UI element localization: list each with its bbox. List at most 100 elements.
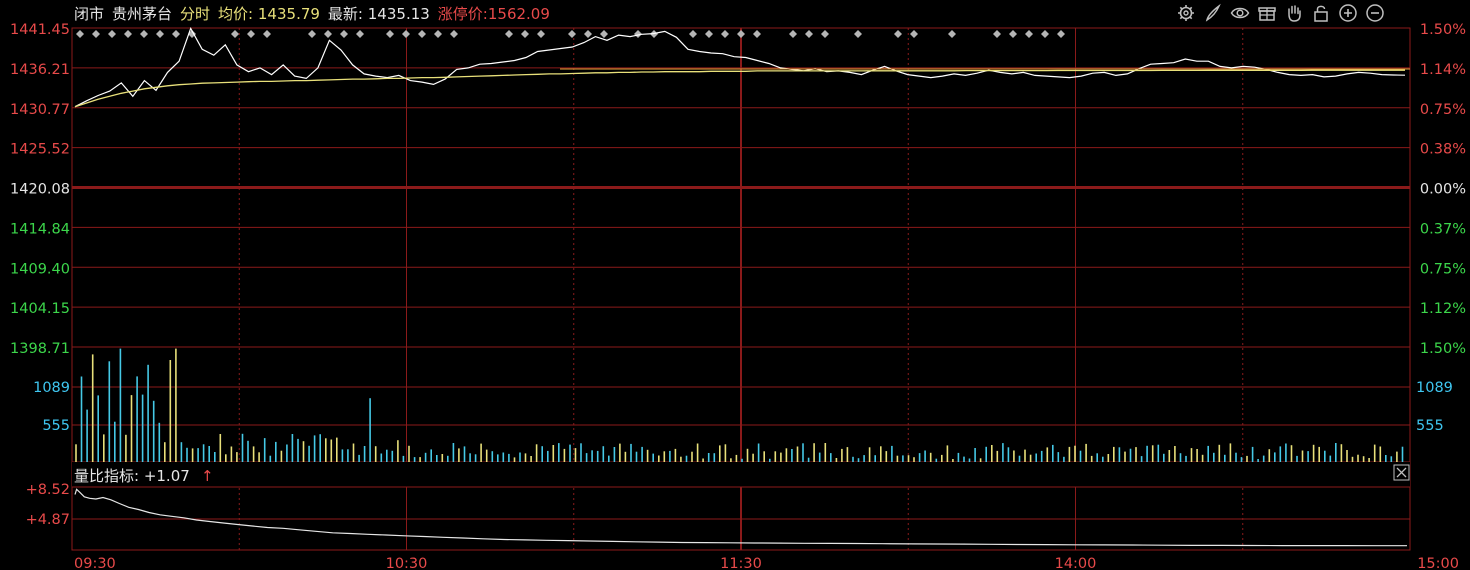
event-marker <box>308 30 316 38</box>
event-marker <box>894 30 902 38</box>
price-tick-label: 1398.71 <box>10 341 70 357</box>
event-marker <box>910 30 918 38</box>
event-marker <box>418 30 426 38</box>
price-tick-label: 1409.40 <box>10 261 70 277</box>
percent-tick-label: 0.38% <box>1420 142 1466 158</box>
avg-price: 均价: 1435.79 <box>218 3 320 24</box>
percent-tick-label: 0.75% <box>1420 102 1466 118</box>
event-marker <box>705 30 713 38</box>
ratio-header-bg <box>72 462 1410 487</box>
avg-price-label: 均价: <box>218 4 254 23</box>
event-marker <box>386 30 394 38</box>
event-marker <box>721 30 729 38</box>
event-marker <box>156 30 164 38</box>
price-axis-left: 1441.45 1436.21 1430.77 1425.52 1420.08 1414.… <box>10 22 70 357</box>
event-marker <box>1057 30 1065 38</box>
ratio-tick: +4.87 <box>26 512 70 528</box>
volume-axis: 1089 1089 555 555 <box>33 380 1453 434</box>
time-tick-label: 15:00 <box>1417 556 1459 570</box>
event-marker <box>821 30 829 38</box>
time-tick-label: 10:30 <box>386 556 428 570</box>
volume-ratio-panel: 量比指标: +1.07 ↑ +8.52 +4.87 <box>26 462 1410 547</box>
event-marker <box>231 30 239 38</box>
event-marker <box>753 30 761 38</box>
event-markers <box>76 30 1065 38</box>
time-tick-label: 11:30 <box>720 556 762 570</box>
volume-tick-left: 555 <box>42 418 70 434</box>
event-marker <box>402 30 410 38</box>
last-price-label: 最新: <box>327 4 363 23</box>
percent-tick-label: 0.00% <box>1420 182 1466 198</box>
event-marker <box>340 30 348 38</box>
event-marker <box>689 30 697 38</box>
stock-name[interactable]: 贵州茅台 <box>112 3 172 24</box>
gear-icon[interactable] <box>1176 3 1196 23</box>
event-marker <box>140 30 148 38</box>
percent-tick-label: 0.75% <box>1420 261 1466 277</box>
event-marker <box>247 30 255 38</box>
price-tick-label: 1414.84 <box>10 221 70 237</box>
event-marker <box>805 30 813 38</box>
event-marker <box>76 30 84 38</box>
hand-icon[interactable] <box>1284 3 1304 23</box>
event-marker <box>993 30 1001 38</box>
chart-mode[interactable]: 分时 <box>180 3 210 24</box>
limit-price-label: 涨停价: <box>437 4 488 23</box>
event-marker <box>505 30 513 38</box>
gift-icon[interactable] <box>1257 3 1277 23</box>
event-marker <box>537 30 545 38</box>
zoom-in-icon[interactable] <box>1338 3 1358 23</box>
price-tick-label: 1436.21 <box>10 62 70 78</box>
volume-tick-left: 1089 <box>33 380 70 396</box>
event-marker <box>263 30 271 38</box>
event-marker <box>737 30 745 38</box>
percent-tick-label: 1.50% <box>1420 341 1466 357</box>
event-marker <box>584 30 592 38</box>
price-tick-label: 1404.15 <box>10 301 70 317</box>
market-status: 闭市 <box>74 4 105 23</box>
brush-icon[interactable] <box>1203 3 1223 23</box>
price-tick-label: 1420.08 <box>10 182 70 198</box>
zoom-out-icon[interactable] <box>1365 3 1385 23</box>
event-marker <box>1009 30 1017 38</box>
event-marker <box>948 30 956 38</box>
percent-tick-label: 1.14% <box>1420 62 1466 78</box>
lock-icon[interactable] <box>1311 3 1331 23</box>
event-marker <box>172 30 180 38</box>
ratio-arrow: ↑ <box>201 467 214 485</box>
percent-tick-label: 1.12% <box>1420 301 1466 317</box>
quote-header: 闭市 贵州茅台 分时 均价: 1435.79 最新: 1435.13 涨停价:1… <box>74 2 550 24</box>
time-tick-label: 09:30 <box>74 556 116 570</box>
last-price-value: 1435.13 <box>367 4 430 23</box>
volume-tick-right: 1089 <box>1416 380 1453 396</box>
percent-tick-label: 0.37% <box>1420 221 1466 237</box>
price-tick-label: 1430.77 <box>10 102 70 118</box>
event-marker <box>1041 30 1049 38</box>
event-marker <box>600 30 608 38</box>
percent-axis-right: 1.50% 1.14% 0.75% 0.38% 0.00% 0.37% 0.75% 1.12%… <box>1420 22 1466 357</box>
event-marker <box>789 30 797 38</box>
intraday-chart[interactable]: 1441.45 1436.21 1430.77 1425.52 1420.08 1414.… <box>0 0 1470 570</box>
volume-tick-right: 555 <box>1416 418 1444 434</box>
event-marker <box>854 30 862 38</box>
event-marker <box>356 30 364 38</box>
event-marker <box>92 30 100 38</box>
limit-price: 涨停价:1562.09 <box>438 3 550 24</box>
volume-bars <box>75 348 1404 462</box>
price-tick-label: 1425.52 <box>10 142 70 158</box>
chart-toolbar <box>1176 3 1385 23</box>
event-marker <box>434 30 442 38</box>
eye-icon[interactable] <box>1230 3 1250 23</box>
limit-price-value: 1562.09 <box>487 4 550 23</box>
event-marker <box>521 30 529 38</box>
price-tick-label: 1441.45 <box>10 22 70 38</box>
event-marker <box>1025 30 1033 38</box>
last-price: 最新: 1435.13 <box>328 3 430 24</box>
avg-price-value: 1435.79 <box>257 4 320 23</box>
event-marker <box>450 30 458 38</box>
time-axis: 09:30 10:30 11:30 14:00 15:00 <box>74 556 1459 570</box>
percent-tick-label: 1.50% <box>1420 22 1466 38</box>
event-marker <box>108 30 116 38</box>
ratio-label: 量比指标: +1.07 <box>74 467 190 485</box>
event-marker <box>124 30 132 38</box>
